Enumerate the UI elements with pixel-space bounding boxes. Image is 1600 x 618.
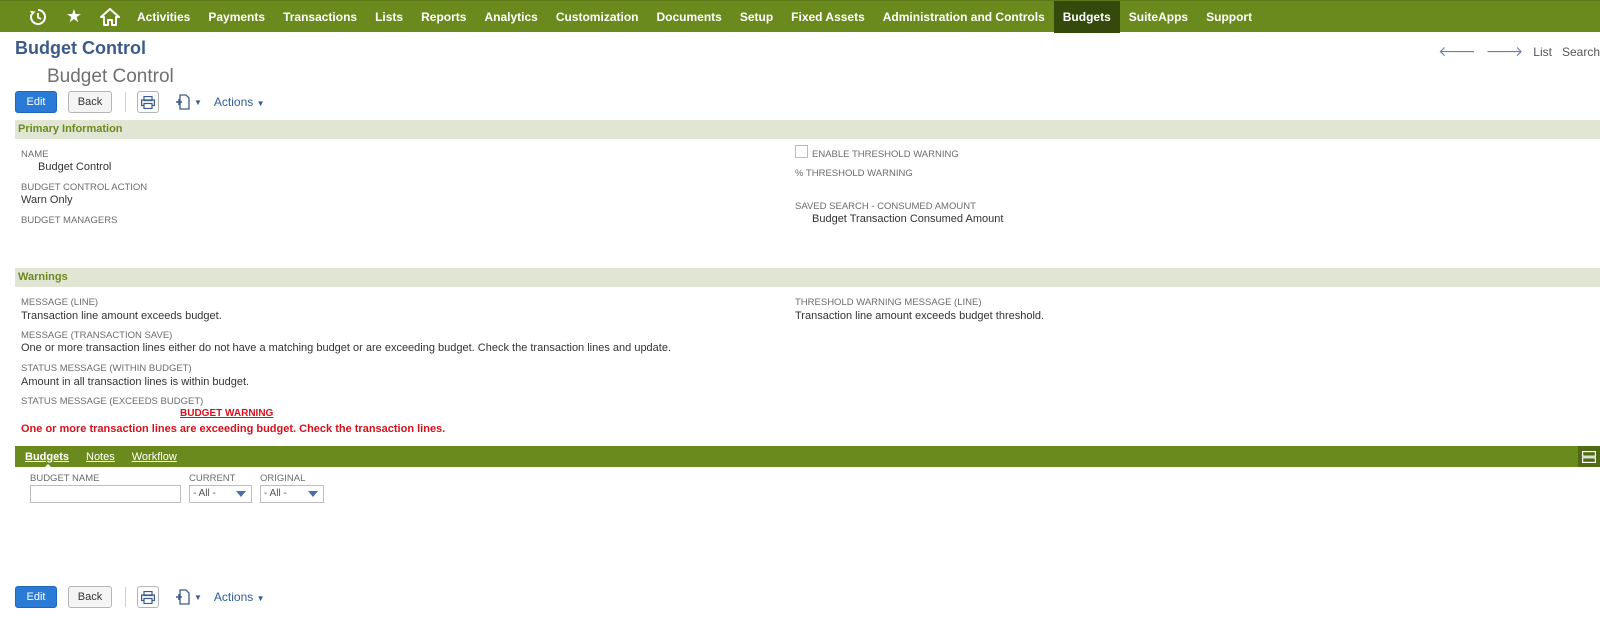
threshold-percent-label: % THRESHOLD WARNING xyxy=(795,168,913,179)
original-filter-value: - All - xyxy=(264,488,287,499)
threshold-warning-message-label: THRESHOLD WARNING MESSAGE (LINE) xyxy=(795,297,982,308)
nav-suiteapps[interactable]: SuiteApps xyxy=(1120,1,1197,33)
nav-documents[interactable]: Documents xyxy=(647,1,730,33)
message-transaction-save-label: MESSAGE (TRANSACTION SAVE) xyxy=(21,330,173,341)
saved-search-consumed-label: SAVED SEARCH - CONSUMED AMOUNT xyxy=(795,201,976,212)
budget-name-filter-input[interactable] xyxy=(30,485,181,503)
enable-threshold-warning-label: ENABLE THRESHOLD WARNING xyxy=(812,149,959,160)
budget-control-action-value: Warn Only xyxy=(21,194,73,206)
bottom-toolbar: Edit Back ▼ Actions ▼ xyxy=(15,586,265,608)
message-transaction-save-value: One or more transaction lines either do … xyxy=(21,342,672,354)
current-filter-label: CURRENT xyxy=(189,473,236,484)
toolbar-divider xyxy=(125,92,126,112)
caret-down-icon: ▼ xyxy=(256,594,265,603)
actions-label: Actions xyxy=(213,95,254,109)
edit-button-bottom[interactable]: Edit xyxy=(15,586,57,608)
record-navigation: 🡐 🡒 List Search xyxy=(1438,43,1600,60)
original-filter-select[interactable]: - All - xyxy=(260,485,324,503)
nav-budgets[interactable]: Budgets xyxy=(1053,0,1120,33)
nav-payments[interactable]: Payments xyxy=(199,1,274,33)
threshold-warning-message-value: Transaction line amount exceeds budget t… xyxy=(795,310,1045,322)
name-value: Budget Control xyxy=(38,161,112,173)
original-filter-label: ORIGINAL xyxy=(260,473,306,484)
recent-records-icon[interactable] xyxy=(20,1,56,33)
message-line-label: MESSAGE (LINE) xyxy=(21,297,99,308)
new-document-icon xyxy=(176,589,190,605)
layout-toggle-icon[interactable] xyxy=(1578,446,1600,467)
nav-fixed-assets[interactable]: Fixed Assets xyxy=(782,1,874,33)
page-title: Budget Control xyxy=(15,38,146,58)
dropdown-arrow-icon xyxy=(308,491,318,497)
status-within-budget-value: Amount in all transaction lines is withi… xyxy=(21,376,250,388)
new-document-icon xyxy=(176,94,190,110)
caret-down-icon: ▼ xyxy=(194,97,202,107)
print-icon xyxy=(141,95,155,109)
caret-down-icon: ▼ xyxy=(194,592,202,602)
nav-administration-and-controls[interactable]: Administration and Controls xyxy=(874,1,1054,33)
caret-down-icon: ▼ xyxy=(256,99,265,108)
top-navigation: ★ Activities Payments Transactions Lists… xyxy=(0,0,1600,33)
nav-customization[interactable]: Customization xyxy=(547,1,648,33)
primary-information-header[interactable]: Primary Information xyxy=(15,120,1600,139)
current-filter-select[interactable]: - All - xyxy=(189,485,252,503)
status-within-budget-label: STATUS MESSAGE (WITHIN BUDGET) xyxy=(21,363,192,374)
budget-warning-title: BUDGET WARNING xyxy=(180,408,274,419)
print-icon xyxy=(141,590,155,604)
budget-control-action-label: BUDGET CONTROL ACTION xyxy=(21,182,148,193)
new-record-button[interactable]: ▼ xyxy=(175,94,202,110)
nav-lists[interactable]: Lists xyxy=(366,1,412,33)
nav-analytics[interactable]: Analytics xyxy=(475,1,546,33)
nav-reports[interactable]: Reports xyxy=(412,1,475,33)
star-icon[interactable]: ★ xyxy=(56,1,92,33)
enable-threshold-warning-checkbox xyxy=(795,145,808,158)
current-filter-value: - All - xyxy=(193,488,216,499)
nav-support[interactable]: Support xyxy=(1197,1,1261,33)
arrow-left-icon[interactable]: 🡐 xyxy=(1438,43,1476,60)
record-name: Budget Control xyxy=(47,66,174,87)
budget-warning-message: One or more transaction lines are exceed… xyxy=(21,423,446,435)
toolbar-divider xyxy=(125,587,126,607)
dropdown-arrow-icon xyxy=(236,491,246,497)
tab-notes[interactable]: Notes xyxy=(86,451,115,463)
actions-menu-bottom[interactable]: Actions ▼ xyxy=(214,590,265,604)
subtab-bar: Budgets Notes Workflow xyxy=(15,446,1600,469)
warnings-header[interactable]: Warnings xyxy=(15,268,1600,287)
home-icon[interactable] xyxy=(92,1,128,33)
budget-managers-label: BUDGET MANAGERS xyxy=(21,215,118,226)
back-button[interactable]: Back xyxy=(68,91,112,113)
budget-name-filter-label: BUDGET NAME xyxy=(30,473,100,484)
print-button[interactable] xyxy=(137,91,159,113)
back-button-bottom[interactable]: Back xyxy=(68,586,112,608)
saved-search-consumed-value[interactable]: Budget Transaction Consumed Amount xyxy=(812,213,1003,225)
nav-transactions[interactable]: Transactions xyxy=(274,1,366,33)
new-record-button-bottom[interactable]: ▼ xyxy=(175,589,202,605)
edit-button[interactable]: Edit xyxy=(15,91,57,113)
nav-activities[interactable]: Activities xyxy=(128,1,199,33)
print-button-bottom[interactable] xyxy=(137,586,159,608)
tab-workflow[interactable]: Workflow xyxy=(132,451,177,463)
status-exceeds-budget-label: STATUS MESSAGE (EXCEEDS BUDGET) xyxy=(21,396,204,407)
message-line-value: Transaction line amount exceeds budget. xyxy=(21,310,222,322)
tab-budgets[interactable]: Budgets xyxy=(25,451,69,469)
actions-label: Actions xyxy=(213,590,254,604)
search-link[interactable]: Search xyxy=(1562,45,1600,59)
top-toolbar: Edit Back ▼ Actions ▼ xyxy=(15,91,265,113)
list-link[interactable]: List xyxy=(1533,45,1552,59)
actions-menu[interactable]: Actions ▼ xyxy=(214,95,265,109)
arrow-right-icon[interactable]: 🡒 xyxy=(1486,43,1524,60)
nav-setup[interactable]: Setup xyxy=(731,1,782,33)
name-label: NAME xyxy=(21,149,49,160)
